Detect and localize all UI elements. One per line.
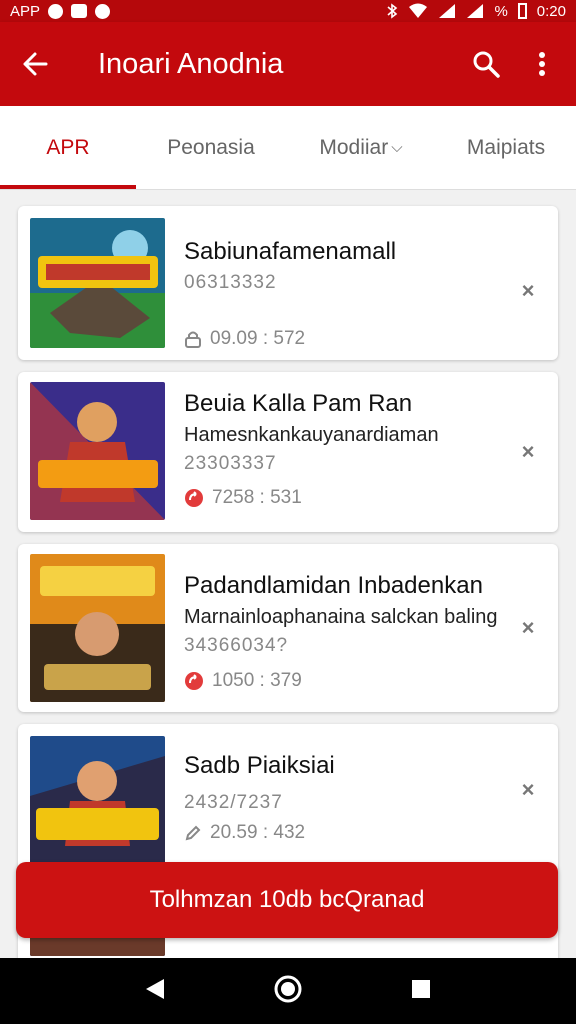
item-title: Sadb Piaiksiai xyxy=(184,752,335,779)
system-nav-bar xyxy=(0,958,576,1024)
battery-icon xyxy=(517,3,527,19)
chevron-down-icon: ⌵ xyxy=(391,139,403,156)
item-meta: 20.59 : 432 xyxy=(184,822,305,844)
app-bar: Inoari Anodnia xyxy=(0,22,576,106)
signal-icon xyxy=(439,4,456,18)
tab-apr[interactable]: APR xyxy=(0,106,136,189)
status-bar: APP % 0:20 xyxy=(0,0,576,22)
item-subtitle: Hamesnkankauyanardiaman xyxy=(184,424,439,446)
item-meta: 7258 : 531 xyxy=(184,487,302,509)
tab-maipiats[interactable]: Maipiats xyxy=(436,106,576,189)
item-code: 23303337 xyxy=(184,453,277,474)
primary-action-button[interactable]: Tolhmzan 10db bcQranad xyxy=(16,862,558,938)
remove-item-button[interactable]: × xyxy=(516,278,540,303)
tab-peonasia[interactable]: Peonasia xyxy=(136,106,286,189)
primary-action-label: Tolhmzan 10db bcQranad xyxy=(149,886,425,913)
tab-label: Maipiats xyxy=(466,135,546,159)
item-meta: 09.09 : 572 xyxy=(184,328,305,350)
refresh-badge-icon xyxy=(185,489,203,507)
close-icon: × xyxy=(521,278,535,303)
item-meta: 1050 : 379 xyxy=(184,670,302,692)
tab-label: APR xyxy=(46,135,90,159)
arrow-left-icon xyxy=(23,52,48,76)
close-icon: × xyxy=(521,777,535,802)
remove-item-button[interactable]: × xyxy=(516,615,540,640)
more-options-button[interactable] xyxy=(514,22,570,106)
wifi-icon xyxy=(409,3,428,18)
more-vert-icon xyxy=(539,52,545,76)
tab-bar: APR Peonasia Modiiar ⌵ Maipiats xyxy=(0,106,576,190)
page-title: Inoari Anodnia xyxy=(98,47,284,80)
item-code: 06313332 xyxy=(184,272,277,293)
signal-icon-2 xyxy=(467,4,484,18)
item-title: Sabiunafamenamall xyxy=(184,238,397,265)
status-app-label: APP xyxy=(10,2,41,20)
item-subtitle: Marnainloaphanaina salckan baling xyxy=(184,606,498,628)
nav-back-button[interactable] xyxy=(144,977,166,1006)
image-icon xyxy=(71,4,88,18)
item-meta-text: 09.09 : 572 xyxy=(210,328,306,349)
tab-label: Peonasia xyxy=(167,135,255,159)
item-thumbnail xyxy=(30,218,165,348)
search-icon xyxy=(473,51,500,78)
refresh-badge-icon xyxy=(185,672,203,690)
item-text: Sabiunafamenamall 06313332 xyxy=(184,238,498,294)
settings-icon xyxy=(95,3,111,19)
status-time: 0:20 xyxy=(536,2,566,20)
bluetooth-icon xyxy=(387,3,398,19)
item-meta-text: 7258 : 531 xyxy=(212,487,302,508)
item-title: Padandlamidan Inbadenkan xyxy=(184,572,483,599)
item-text: Padandlamidan Inbadenkan Marnainloaphana… xyxy=(184,572,498,657)
nav-recents-button[interactable] xyxy=(410,978,432,1005)
item-code: 34366034? xyxy=(184,635,289,656)
item-text: Sadb Piaiksiai 2432/7237 xyxy=(184,752,498,814)
notification-icon xyxy=(48,3,64,19)
pencil-icon xyxy=(185,825,201,841)
list-item[interactable]: Beuia Kalla Pam Ran Hamesnkankauyanardia… xyxy=(18,372,558,532)
item-meta-text: 20.59 : 432 xyxy=(210,822,306,843)
triangle-back-icon xyxy=(145,978,164,999)
circle-home-icon xyxy=(274,975,302,1002)
list-item[interactable]: Padandlamidan Inbadenkan Marnainloaphana… xyxy=(18,544,558,712)
list-item[interactable]: Sabiunafamenamall 06313332 09.09 : 572 × xyxy=(18,206,558,360)
item-meta-text: 1050 : 379 xyxy=(212,670,302,691)
search-button[interactable] xyxy=(458,22,514,106)
tab-label: Modiiar xyxy=(319,135,389,159)
nav-home-button[interactable] xyxy=(273,974,303,1009)
remove-item-button[interactable]: × xyxy=(516,439,540,464)
tab-modiiar[interactable]: Modiiar ⌵ xyxy=(286,106,436,189)
item-text: Beuia Kalla Pam Ran Hamesnkankauyanardia… xyxy=(184,390,498,475)
item-code: 2432/7237 xyxy=(184,792,283,813)
square-recents-icon xyxy=(412,979,431,998)
item-title: Beuia Kalla Pam Ran xyxy=(184,390,413,417)
remove-item-button[interactable]: × xyxy=(516,777,540,802)
back-button[interactable] xyxy=(0,22,70,106)
lock-icon xyxy=(185,331,201,348)
battery-percent: % xyxy=(494,2,508,20)
item-thumbnail xyxy=(30,382,165,520)
item-thumbnail xyxy=(30,554,165,702)
close-icon: × xyxy=(521,615,535,640)
close-icon: × xyxy=(521,439,535,464)
